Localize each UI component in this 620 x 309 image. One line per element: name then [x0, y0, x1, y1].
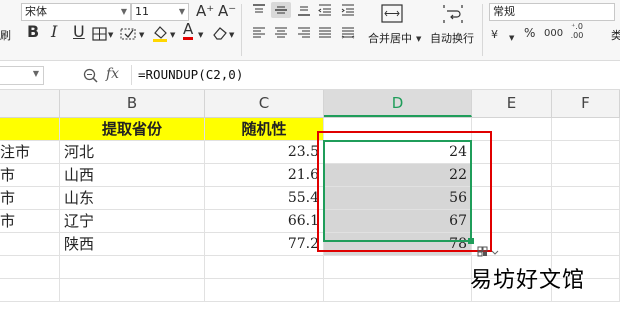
cell-a2[interactable]: 注市 [0, 141, 60, 164]
italic-button[interactable]: I [51, 24, 57, 40]
cell-f2[interactable] [552, 141, 620, 164]
bold-button[interactable]: B [27, 24, 39, 40]
column-header-b[interactable]: B [60, 90, 205, 117]
font-size-select[interactable]: 11 ▼ [131, 3, 189, 21]
cell-c1[interactable]: 随机性 [205, 118, 324, 141]
cell-f3[interactable] [552, 164, 620, 187]
watermark-text: 易坊好文馆 [470, 268, 586, 293]
increase-decimal-button[interactable]: ⁺.0 .00 [567, 22, 587, 40]
merge-center-icon[interactable] [381, 4, 403, 24]
cell-d7[interactable] [324, 256, 472, 279]
cell-b1[interactable]: 提取省份 [60, 118, 205, 141]
cell-c5[interactable]: 66.1 [205, 210, 324, 233]
cell-a3[interactable]: 市 [0, 164, 60, 187]
font-name-value: 宋体 [25, 5, 47, 18]
number-format-select[interactable]: 常规 [489, 3, 615, 21]
distributed-align-icon[interactable] [341, 27, 355, 39]
cell-b8[interactable] [60, 279, 205, 302]
divider [241, 4, 242, 56]
percent-button[interactable]: % [524, 25, 535, 41]
chevron-down-icon[interactable]: ▼ [229, 27, 234, 43]
chevron-down-icon[interactable]: ▼ [509, 30, 514, 46]
svg-text:¥: ¥ [491, 28, 498, 41]
align-center-icon[interactable] [274, 27, 288, 39]
column-header-e[interactable]: E [472, 90, 552, 117]
ribbon-toolbar: 刷 宋体 ▼ 11 ▼ A⁺ A⁻ B I U ▼ ▼ ▼ A ▼ ▼ 合并居中… [0, 0, 620, 61]
cell-a1[interactable] [0, 118, 60, 141]
eraser-icon[interactable] [211, 26, 229, 40]
cell-c8[interactable] [205, 279, 324, 302]
cell-b7[interactable] [60, 256, 205, 279]
cell-a5[interactable]: 市 [0, 210, 60, 233]
chevron-down-icon[interactable]: ▼ [170, 27, 175, 43]
justify-icon[interactable] [318, 27, 332, 39]
fill-color-icon[interactable] [151, 24, 169, 42]
column-header-row: B C D E F [0, 90, 620, 118]
fill-options-icon[interactable] [477, 246, 501, 260]
chevron-down-icon[interactable]: ▼ [33, 69, 39, 78]
cell-f4[interactable] [552, 187, 620, 210]
decrease-indent-icon[interactable] [318, 4, 332, 16]
format-painter-label[interactable]: 刷 [0, 27, 11, 43]
column-header-d[interactable]: D [324, 90, 472, 117]
cell-f5[interactable] [552, 210, 620, 233]
cell-c7[interactable] [205, 256, 324, 279]
divider [482, 4, 483, 56]
increase-indent-icon[interactable] [341, 4, 355, 16]
cell-f1[interactable] [552, 118, 620, 141]
align-left-icon[interactable] [252, 27, 266, 39]
number-format-value: 常规 [493, 5, 515, 18]
column-header-c[interactable]: C [205, 90, 324, 117]
zoom-search-icon[interactable] [83, 68, 99, 84]
chevron-down-icon[interactable]: ▼ [139, 27, 144, 43]
cell-a6[interactable] [0, 233, 60, 256]
fx-icon[interactable]: fx [106, 66, 119, 82]
cell-c6[interactable]: 77.2 [205, 233, 324, 256]
wrap-text-label[interactable]: 自动换行 [430, 30, 474, 46]
chevron-down-icon[interactable]: ▼ [108, 27, 113, 43]
shrink-font-button[interactable]: A⁻ [218, 3, 236, 19]
cell-b2[interactable]: 河北 [60, 141, 205, 164]
chevron-down-icon: ▼ [120, 7, 127, 16]
font-name-select[interactable]: 宋体 ▼ [21, 3, 131, 21]
column-header-f[interactable]: F [552, 90, 620, 117]
align-top-icon[interactable] [252, 4, 266, 16]
cell-c3[interactable]: 21.6 [205, 164, 324, 187]
formula-bar: ▼ fx =ROUNDUP(C2,0) [0, 61, 620, 90]
font-size-value: 11 [135, 5, 149, 18]
cell-b4[interactable]: 山东 [60, 187, 205, 210]
cell-b3[interactable]: 山西 [60, 164, 205, 187]
type-conversion-label[interactable]: 类 [611, 27, 620, 43]
currency-icon[interactable]: ¥ [489, 27, 507, 41]
underline-button[interactable]: U [73, 24, 85, 40]
grow-font-button[interactable]: A⁺ [196, 3, 214, 19]
cell-a7[interactable] [0, 256, 60, 279]
cell-f6[interactable] [552, 233, 620, 256]
cell-d8[interactable] [324, 279, 472, 302]
wrap-text-icon[interactable] [441, 4, 465, 24]
highlight-annotation-box [317, 131, 492, 252]
name-box[interactable]: ▼ [0, 66, 44, 85]
cell-b6[interactable]: 陕西 [60, 233, 205, 256]
column-header-a[interactable] [0, 90, 60, 117]
font-color-button[interactable]: A [183, 22, 194, 40]
align-right-icon[interactable] [297, 27, 311, 39]
divider [131, 65, 132, 85]
align-middle-icon[interactable] [274, 4, 288, 16]
thousands-button[interactable]: 000 [544, 26, 563, 42]
merge-center-label[interactable]: 合并居中 [368, 30, 412, 46]
align-bottom-icon[interactable] [297, 4, 311, 16]
cell-a8[interactable] [0, 279, 60, 302]
cell-a4[interactable]: 市 [0, 187, 60, 210]
chevron-down-icon: ▼ [178, 7, 185, 16]
chevron-down-icon[interactable]: ▼ [416, 31, 421, 47]
cell-c4[interactable]: 55.4 [205, 187, 324, 210]
cell-c2[interactable]: 23.5 [205, 141, 324, 164]
chevron-down-icon[interactable]: ▼ [198, 27, 203, 43]
cell-style-icon[interactable] [120, 27, 138, 41]
cell-b5[interactable]: 辽宁 [60, 210, 205, 233]
borders-icon[interactable] [92, 27, 108, 41]
formula-input[interactable]: =ROUNDUP(C2,0) [138, 67, 243, 82]
